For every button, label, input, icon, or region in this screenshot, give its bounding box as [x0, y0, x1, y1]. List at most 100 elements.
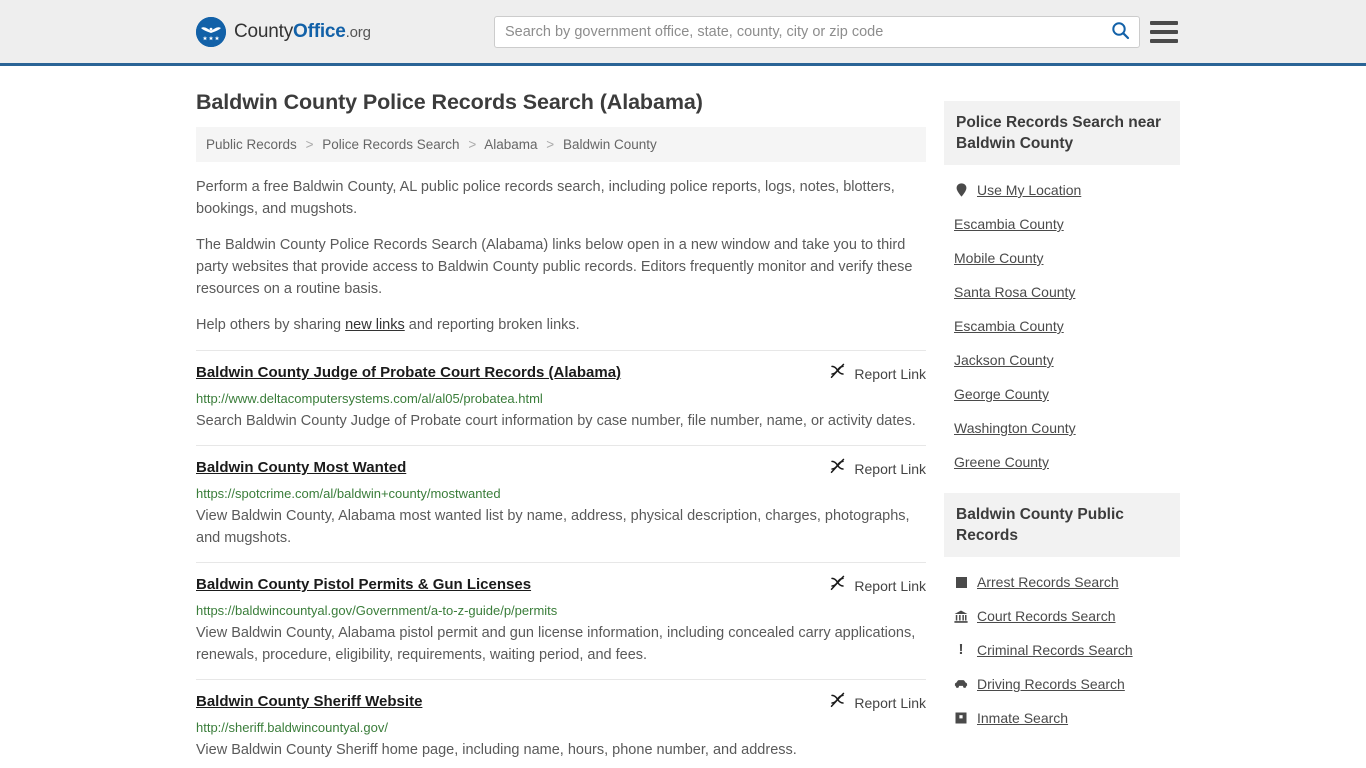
- sidebar-public-records-box: Baldwin County Public Records Arrest Rec…: [944, 493, 1180, 735]
- hamburger-bar-2: [1150, 29, 1178, 34]
- result-title-link[interactable]: Baldwin County Most Wanted: [196, 458, 406, 478]
- breadcrumb: Public Records > Police Records Search >…: [196, 127, 926, 162]
- sidebar-item-santa-rosa-county[interactable]: Santa Rosa County: [954, 275, 1180, 309]
- sidebar-item-label[interactable]: Inmate Search: [977, 710, 1068, 726]
- sidebar-item-label[interactable]: Santa Rosa County: [954, 284, 1075, 300]
- brand-part-office: Office: [293, 20, 346, 42]
- sidebar-item-label[interactable]: Washington County: [954, 420, 1076, 436]
- sidebar-item-george-county[interactable]: George County: [954, 377, 1180, 411]
- page-title: Baldwin County Police Records Search (Al…: [196, 90, 703, 114]
- intro-paragraph-1: Perform a free Baldwin County, AL public…: [196, 179, 895, 217]
- broken-link-icon: [829, 575, 846, 597]
- result-url[interactable]: https://baldwincountyal.gov/Government/a…: [196, 602, 926, 620]
- intro-paragraph-2: The Baldwin County Police Records Search…: [196, 237, 913, 297]
- sidebar-item-use-my-location[interactable]: Use My Location: [954, 173, 1180, 207]
- report-link-label: Report Link: [854, 578, 926, 594]
- breadcrumb-separator: >: [468, 137, 477, 152]
- breadcrumb-separator: >: [546, 137, 555, 152]
- result-header: Baldwin County Pistol Permits & Gun Lice…: [196, 575, 926, 597]
- breadcrumb-item-public-records[interactable]: Public Records: [206, 137, 297, 152]
- result-item: Baldwin County Pistol Permits & Gun Lice…: [196, 562, 926, 679]
- new-links-link[interactable]: new links: [345, 317, 405, 333]
- sidebar-item-escambia-county[interactable]: Escambia County: [954, 207, 1180, 241]
- sidebar-item-mobile-county[interactable]: Mobile County: [954, 241, 1180, 275]
- intro-p3-after: and reporting broken links.: [404, 317, 580, 333]
- sidebar-item-label[interactable]: Escambia County: [954, 318, 1064, 334]
- result-title-link[interactable]: Baldwin County Sheriff Website: [196, 692, 422, 712]
- report-link-label: Report Link: [854, 366, 926, 382]
- sidebar-item-washington-county[interactable]: Washington County: [954, 411, 1180, 445]
- intro-p3-before: Help others by sharing: [196, 317, 346, 333]
- eagle-seal-icon: [196, 16, 226, 47]
- brand-part-org: .org: [345, 23, 371, 41]
- sidebar-item-criminal-records-search[interactable]: ! Criminal Records Search: [954, 633, 1180, 667]
- broken-link-icon: [829, 692, 846, 714]
- sidebar-item-label[interactable]: Arrest Records Search: [977, 574, 1119, 590]
- result-title-link[interactable]: Baldwin County Judge of Probate Court Re…: [196, 363, 621, 383]
- sidebar-public-records-title: Baldwin County Public Records: [944, 493, 1180, 557]
- result-description: View Baldwin County Sheriff home page, i…: [196, 742, 797, 758]
- result-title-link[interactable]: Baldwin County Pistol Permits & Gun Lice…: [196, 575, 531, 595]
- hamburger-bar-1: [1150, 20, 1178, 25]
- sidebar-item-arrest-records-search[interactable]: Arrest Records Search: [954, 565, 1180, 599]
- exclamation-icon: !: [958, 641, 964, 658]
- breadcrumb-separator: >: [305, 137, 314, 152]
- sidebar-item-greene-county[interactable]: Greene County: [954, 445, 1180, 479]
- page-body: Baldwin County Police Records Search (Al…: [0, 66, 1366, 768]
- sidebar-item-label[interactable]: Jackson County: [954, 352, 1054, 368]
- sidebar-item-label[interactable]: Court Records Search: [977, 608, 1116, 624]
- hamburger-bar-3: [1150, 38, 1178, 43]
- sidebar-item-label[interactable]: Mobile County: [954, 250, 1044, 266]
- result-header: Baldwin County Most Wanted Report Link: [196, 458, 926, 480]
- sidebar-item-label[interactable]: Use My Location: [977, 182, 1081, 198]
- sidebar-item-escambia-county-2[interactable]: Escambia County: [954, 309, 1180, 343]
- map-pin-icon: [954, 183, 968, 197]
- breadcrumb-item-alabama[interactable]: Alabama: [484, 137, 537, 152]
- report-link-label: Report Link: [854, 461, 926, 477]
- sidebar-nearby-title: Police Records Search near Baldwin Count…: [944, 101, 1180, 165]
- sidebar-item-jackson-county[interactable]: Jackson County: [954, 343, 1180, 377]
- square-icon: [954, 576, 968, 588]
- report-link-button[interactable]: Report Link: [829, 458, 926, 480]
- search-bar[interactable]: [494, 15, 1140, 48]
- result-header: Baldwin County Judge of Probate Court Re…: [196, 363, 926, 385]
- result-url[interactable]: https://spotcrime.com/al/baldwin+county/…: [196, 485, 926, 503]
- result-description: Search Baldwin County Judge of Probate c…: [196, 413, 916, 429]
- hamburger-menu-icon[interactable]: [1150, 20, 1178, 43]
- site-header: CountyOffice.org: [0, 0, 1366, 66]
- search-button[interactable]: [1101, 17, 1139, 47]
- sidebar-item-label[interactable]: Escambia County: [954, 216, 1064, 232]
- brand-wordmark: CountyOffice.org: [234, 21, 371, 43]
- broken-link-icon: [829, 458, 846, 480]
- building-icon: [954, 712, 968, 724]
- breadcrumb-item-police-records-search[interactable]: Police Records Search: [322, 137, 459, 152]
- report-link-button[interactable]: Report Link: [829, 692, 926, 714]
- result-url[interactable]: http://sheriff.baldwincountyal.gov/: [196, 719, 926, 737]
- result-description: View Baldwin County, Alabama pistol perm…: [196, 625, 916, 663]
- courthouse-icon: [954, 610, 968, 623]
- sidebar-item-label[interactable]: George County: [954, 386, 1049, 402]
- sidebar-nearby-box: Police Records Search near Baldwin Count…: [944, 101, 1180, 479]
- sidebar-public-records-list: Arrest Records Search Court Records Sear…: [944, 557, 1180, 735]
- sidebar: Police Records Search near Baldwin Count…: [944, 66, 1180, 749]
- result-item: Baldwin County Sheriff Website Report Li…: [196, 679, 926, 768]
- intro-paragraph-3: Help others by sharing new links and rep…: [196, 314, 926, 336]
- sidebar-item-label[interactable]: Driving Records Search: [977, 676, 1125, 692]
- search-input[interactable]: [495, 16, 1101, 47]
- report-link-button[interactable]: Report Link: [829, 575, 926, 597]
- report-link-label: Report Link: [854, 695, 926, 711]
- sidebar-item-court-records-search[interactable]: Court Records Search: [954, 599, 1180, 633]
- sidebar-nearby-list: Use My Location Escambia County Mobile C…: [944, 165, 1180, 479]
- result-description: View Baldwin County, Alabama most wanted…: [196, 508, 910, 546]
- result-item: Baldwin County Most Wanted Report Link h…: [196, 445, 926, 562]
- sidebar-item-label[interactable]: Criminal Records Search: [977, 642, 1133, 658]
- result-header: Baldwin County Sheriff Website Report Li…: [196, 692, 926, 714]
- site-logo[interactable]: CountyOffice.org: [196, 16, 371, 47]
- main-content: Baldwin County Police Records Search (Al…: [196, 66, 926, 768]
- breadcrumb-item-baldwin-county[interactable]: Baldwin County: [563, 137, 657, 152]
- sidebar-item-inmate-search[interactable]: Inmate Search: [954, 701, 1180, 735]
- sidebar-item-label[interactable]: Greene County: [954, 454, 1049, 470]
- report-link-button[interactable]: Report Link: [829, 363, 926, 385]
- sidebar-item-driving-records-search[interactable]: Driving Records Search: [954, 667, 1180, 701]
- result-url[interactable]: http://www.deltacomputersystems.com/al/a…: [196, 390, 926, 408]
